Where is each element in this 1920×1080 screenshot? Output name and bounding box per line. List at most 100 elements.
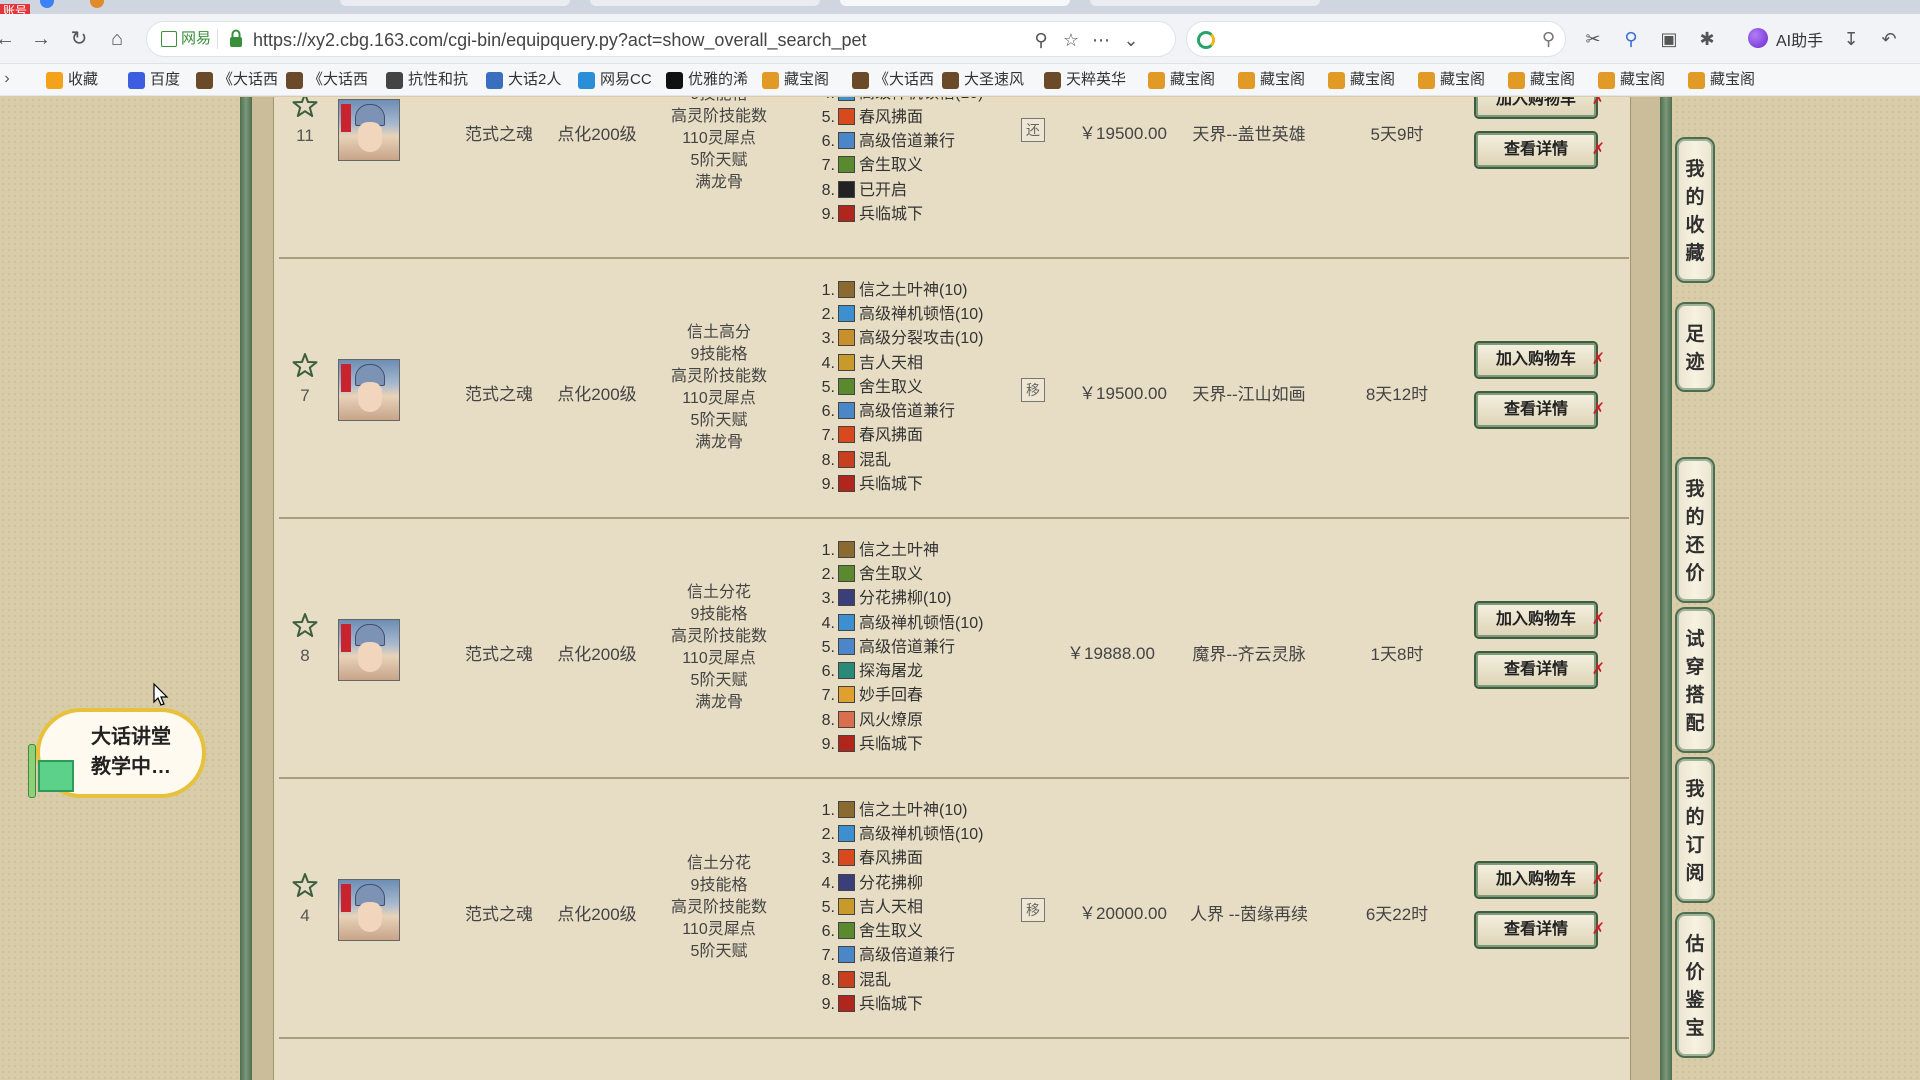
lecture-widget[interactable]: 大话讲堂 教学中… [26,708,206,800]
location-pin-icon[interactable]: ⚲ [1029,28,1053,52]
add-to-cart-button[interactable]: 加入购物车 ✗ [1474,601,1605,639]
more-icon[interactable]: ⋯ [1089,28,1113,52]
close-icon[interactable]: ✗ [1592,872,1605,888]
close-icon[interactable]: ✗ [1592,352,1605,368]
browser-tab[interactable] [340,0,570,6]
bookmark-item[interactable]: 大话2人 [486,69,561,91]
bookmark-item[interactable]: 《大话西 [286,69,368,91]
bookmark-item[interactable]: 优雅的浠 [666,69,748,91]
browser-tab[interactable] [1090,0,1320,6]
download-icon[interactable]: ↧ [1838,26,1864,52]
skill-item[interactable]: 3. 高级分裂攻击(10) [815,327,1015,351]
bookmark-item[interactable]: 百度 [128,69,180,91]
zoom-icon[interactable]: ⚲ [1618,26,1644,52]
close-icon[interactable]: ✗ [1592,662,1605,678]
bookmark-item[interactable]: 网易CC [578,69,652,91]
bookmark-item[interactable]: 藏宝阁 [762,69,829,91]
skill-item[interactable]: 4. 高级禅机顿悟(10) [815,97,1015,106]
view-details-button[interactable]: 查看详情 ✗ [1474,911,1605,949]
reload-icon[interactable]: ↻ [68,28,90,50]
bookmark-item[interactable]: 《大话西 [852,69,934,91]
close-icon[interactable]: ✗ [1592,402,1605,418]
skill-item[interactable]: 4. 吉人天相 [815,352,1015,376]
skill-item[interactable]: 6. 高级倍道兼行 [815,130,1015,154]
bookmark-item[interactable]: 大圣速风 [942,69,1024,91]
browser-tab-active[interactable] [840,0,1070,6]
favorite-star-icon[interactable] [292,872,318,898]
favorite-star-icon[interactable] [292,352,318,378]
chevron-right-icon[interactable]: › [0,68,18,90]
skill-item[interactable]: 3. 分花拂柳(10) [815,587,1015,611]
side-nav-favorites[interactable]: 我的收藏 [1675,137,1715,283]
pet-avatar[interactable] [338,359,400,421]
skill-item[interactable]: 7. 妙手回春 [815,684,1015,708]
skill-item[interactable]: 2. 舍生取义 [815,563,1015,587]
side-nav-counter-offers[interactable]: 我的还价 [1675,457,1715,603]
skill-item[interactable]: 7. 舍生取义 [815,154,1015,178]
skill-item[interactable]: 5. 高级倍道兼行 [815,636,1015,660]
ai-assistant-label[interactable]: AI助手 [1776,27,1823,51]
side-nav-try-on[interactable]: 试穿搭配 [1675,607,1715,753]
skill-item[interactable]: 5. 舍生取义 [815,376,1015,400]
address-bar[interactable]: 网易 https://xy2.cbg.163.com/cgi-bin/equip… [146,21,1176,57]
add-to-cart-button[interactable]: 加入购物车 ✗ [1474,861,1605,899]
site-verified-label[interactable]: 网易 [159,29,219,49]
view-details-button[interactable]: 查看详情 ✗ [1474,131,1605,169]
view-details-button[interactable]: 查看详情 ✗ [1474,391,1605,429]
extensions-icon[interactable]: ✱ [1694,26,1720,52]
scissors-icon[interactable]: ✂ [1580,26,1606,52]
skill-item[interactable]: 6. 舍生取义 [815,920,1015,944]
close-icon[interactable]: ✗ [1592,922,1605,938]
pet-avatar[interactable] [338,879,400,941]
skill-item[interactable]: 1. 信之土叶神(10) [815,279,1015,303]
skill-item[interactable]: 2. 高级禅机顿悟(10) [815,823,1015,847]
bookmark-item[interactable]: 藏宝阁 [1688,69,1755,91]
side-nav-footprints[interactable]: 足迹 [1675,302,1715,392]
skill-item[interactable]: 7. 春风拂面 [815,424,1015,448]
tab-favicon[interactable] [40,0,54,8]
close-icon[interactable]: ✗ [1592,612,1605,628]
skill-item[interactable]: 1. 信之土叶神 [815,539,1015,563]
skill-item[interactable]: 7. 高级倍道兼行 [815,944,1015,968]
bookmark-star-icon[interactable]: ☆ [1059,28,1083,52]
skill-item[interactable]: 5. 春风拂面 [815,106,1015,130]
window-icon[interactable]: ▣ [1656,26,1682,52]
favorite-star-icon[interactable] [292,97,318,118]
back-icon[interactable]: ← [0,28,16,50]
url-text[interactable]: https://xy2.cbg.163.com/cgi-bin/equipque… [253,29,867,51]
bookmark-item[interactable]: 《大话西 [196,69,278,91]
bookmark-item[interactable]: 藏宝阁 [1148,69,1215,91]
browser-tab[interactable] [590,0,820,6]
skill-item[interactable]: 3. 春风拂面 [815,847,1015,871]
skill-item[interactable]: 9. 兵临城下 [815,473,1015,497]
skill-item[interactable]: 2. 高级禅机顿悟(10) [815,303,1015,327]
skill-item[interactable]: 6. 高级倍道兼行 [815,400,1015,424]
view-details-button[interactable]: 查看详情 ✗ [1474,651,1605,689]
tab-favicon[interactable] [90,0,104,8]
search-icon[interactable]: ⚲ [1542,29,1555,50]
skill-item[interactable]: 8. 已开启 [815,179,1015,203]
pet-avatar[interactable] [338,619,400,681]
bookmark-item[interactable]: 藏宝阁 [1508,69,1575,91]
skill-item[interactable]: 8. 风火燎原 [815,709,1015,733]
close-icon[interactable]: ✗ [1592,97,1605,108]
undo-icon[interactable]: ↶ [1876,26,1902,52]
side-nav-appraisal[interactable]: 估价鉴宝 [1675,912,1715,1058]
bookmark-item[interactable]: 天粹英华 [1044,69,1126,91]
close-icon[interactable]: ✗ [1592,142,1605,158]
bookmark-item[interactable]: 收藏 [46,69,98,91]
pet-avatar[interactable] [338,99,400,161]
skill-item[interactable]: 8. 混乱 [815,969,1015,993]
bookmark-item[interactable]: 藏宝阁 [1328,69,1395,91]
bookmark-item[interactable]: 藏宝阁 [1418,69,1485,91]
favorite-star-icon[interactable] [292,612,318,638]
skill-item[interactable]: 1. 信之土叶神(10) [815,799,1015,823]
skill-item[interactable]: 6. 探海屠龙 [815,660,1015,684]
forward-icon[interactable]: → [30,28,52,50]
chevron-down-icon[interactable]: ⌄ [1119,28,1143,52]
skill-item[interactable]: 9. 兵临城下 [815,203,1015,227]
bookmark-item[interactable]: 抗性和抗 [386,69,468,91]
skill-item[interactable]: 9. 兵临城下 [815,733,1015,757]
add-to-cart-button[interactable]: 加入购物车 ✗ [1474,97,1605,119]
skill-item[interactable]: 4. 分花拂柳 [815,872,1015,896]
